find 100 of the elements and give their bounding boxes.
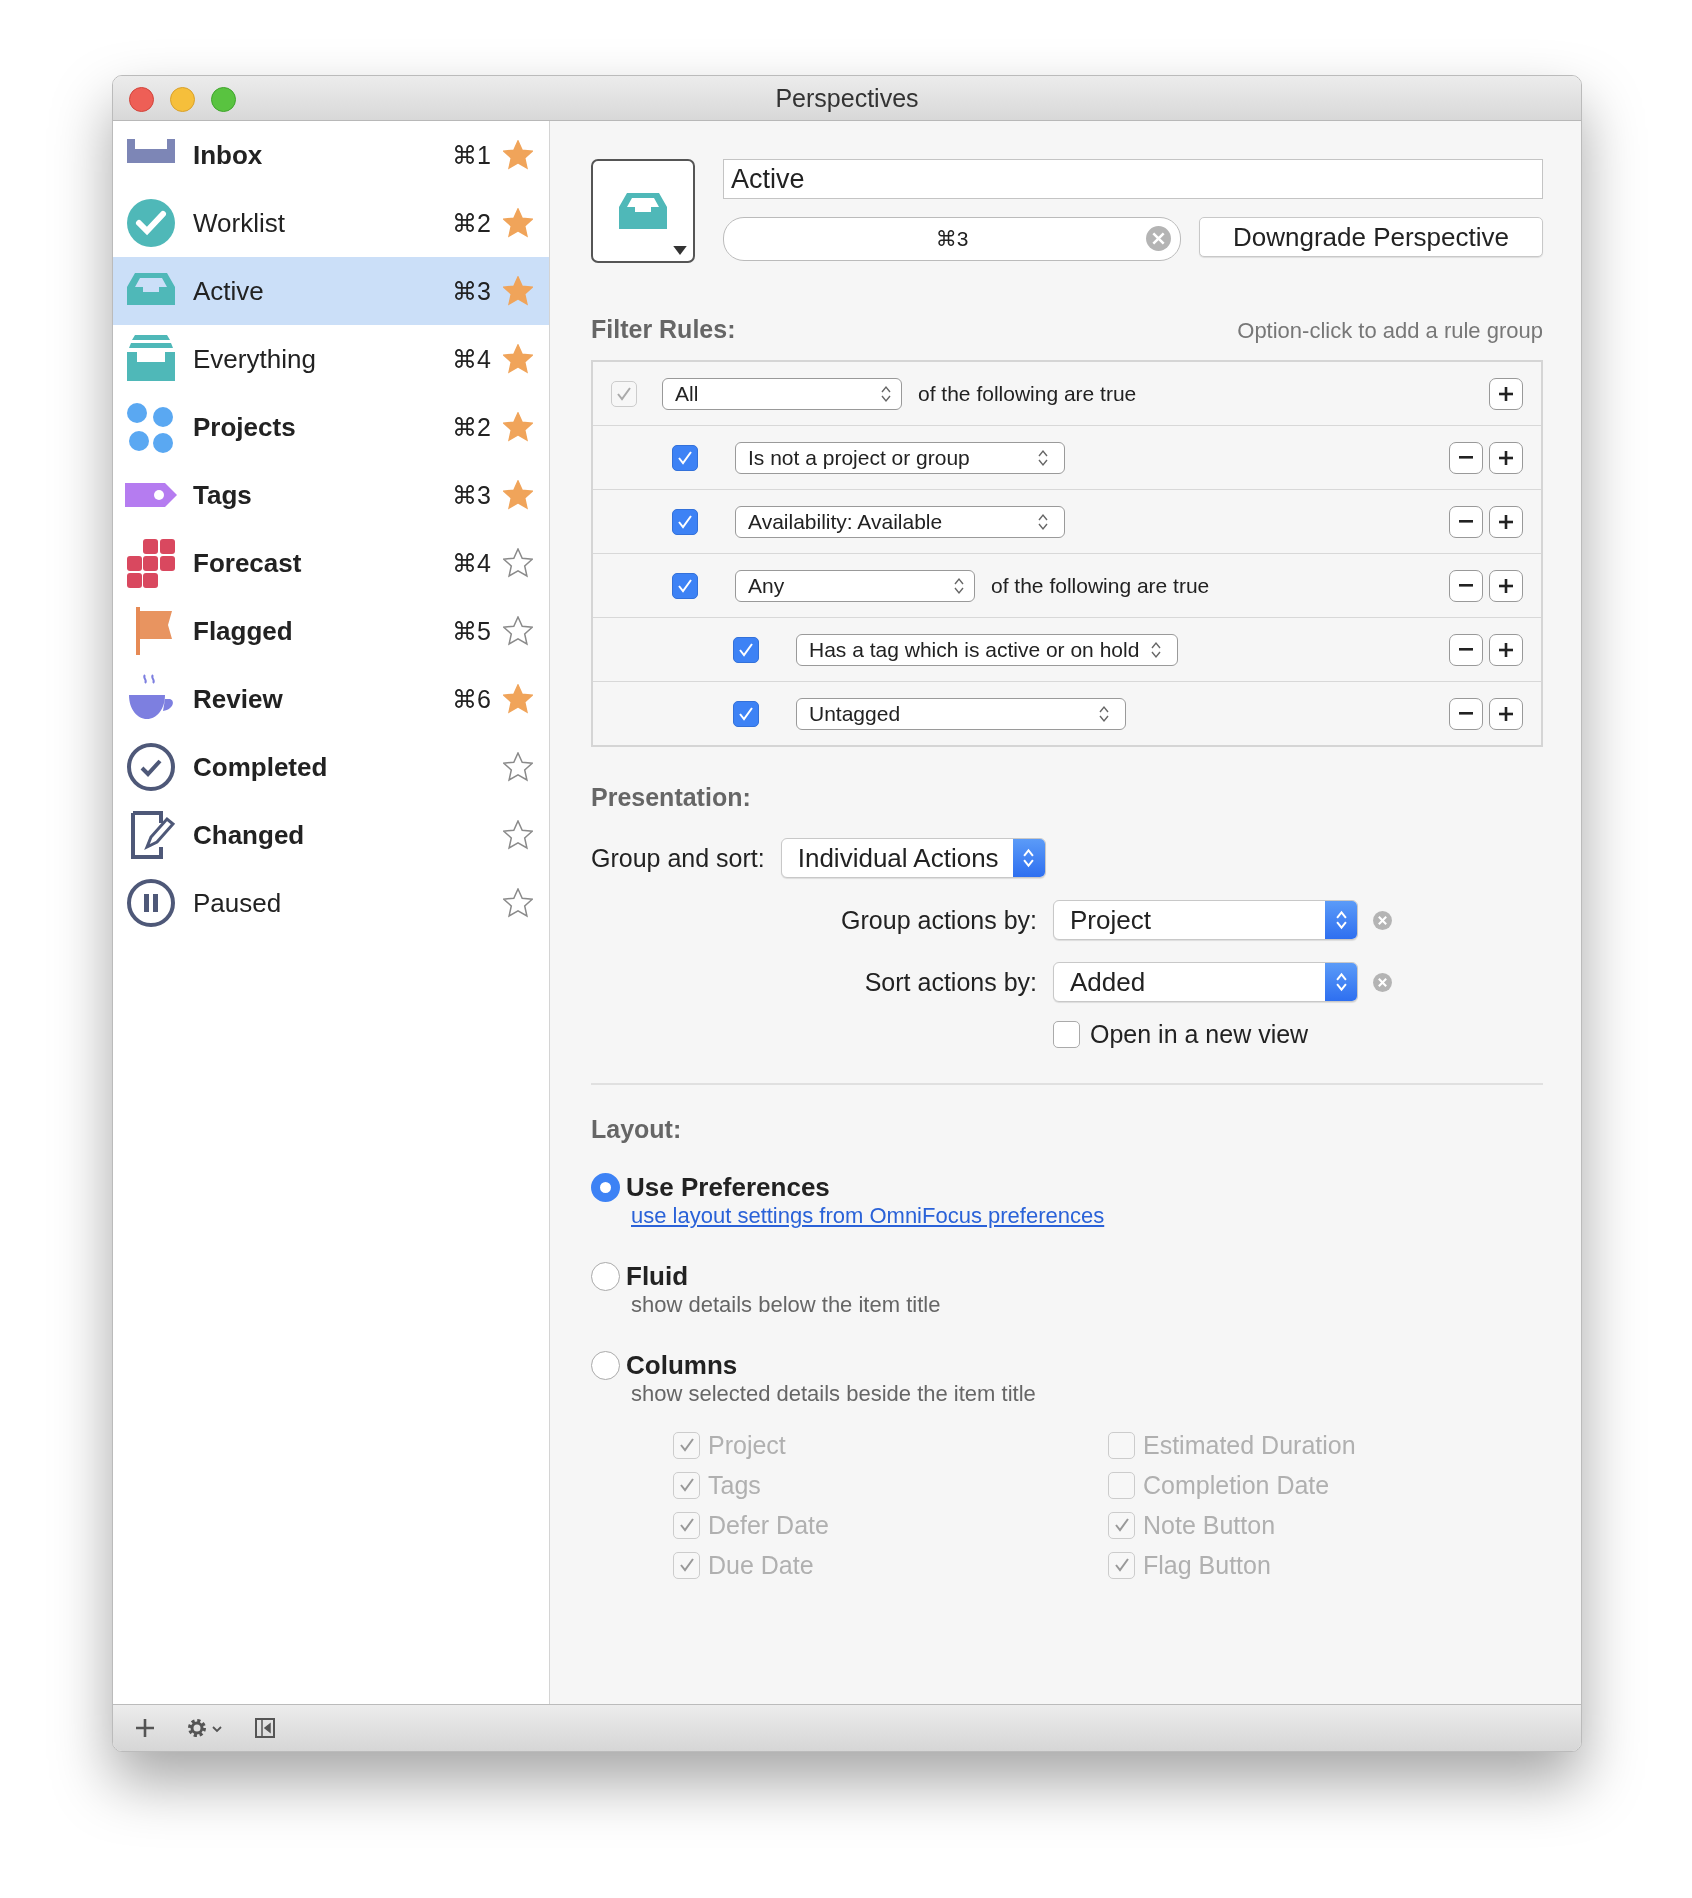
shortcut-label: ⌘2 xyxy=(452,412,491,442)
clear-icon[interactable] xyxy=(1372,909,1393,931)
remove-rule-button[interactable] xyxy=(1449,697,1483,730)
checkbox-label: Completion Date xyxy=(1143,1470,1330,1500)
close-button[interactable] xyxy=(129,87,154,112)
remove-rule-button[interactable] xyxy=(1449,505,1483,538)
minus-icon xyxy=(1459,712,1473,715)
sidebar-item[interactable]: Tags ⌘3 xyxy=(113,461,549,529)
icon-picker-button[interactable] xyxy=(591,159,695,263)
star-icon[interactable] xyxy=(503,208,533,238)
sidebar-label: Projects xyxy=(193,411,297,443)
preferences-link[interactable]: use layout settings from OmniFocus preferences xyxy=(631,1203,1105,1229)
minus-icon xyxy=(1459,584,1473,587)
clear-icon[interactable] xyxy=(1145,225,1172,252)
checkbox-label: Open in a new view xyxy=(1090,1020,1309,1049)
add-rule-button[interactable] xyxy=(1489,633,1523,666)
add-rule-button[interactable] xyxy=(1489,697,1523,730)
option-description: show details below the item title xyxy=(631,1292,942,1318)
star-icon[interactable] xyxy=(503,548,533,578)
window-title: Perspectives xyxy=(775,83,919,113)
sidebar-label: Completed xyxy=(193,751,329,783)
star-icon[interactable] xyxy=(503,820,533,850)
star-icon[interactable] xyxy=(503,344,533,374)
sidebar-item[interactable]: Active ⌘3 xyxy=(113,257,549,325)
add-rule-button[interactable] xyxy=(1489,505,1523,538)
plus-icon[interactable] xyxy=(133,1716,157,1740)
remove-rule-button[interactable] xyxy=(1449,633,1483,666)
up-down-arrows-icon xyxy=(1099,704,1109,723)
group-by-select[interactable]: Project xyxy=(1053,900,1358,940)
checkbox[interactable] xyxy=(1053,1021,1080,1048)
sidebar-item[interactable]: Changed xyxy=(113,801,549,869)
add-rule-button[interactable] xyxy=(1489,569,1523,602)
star-icon[interactable] xyxy=(503,752,533,782)
shortcut-field[interactable]: ⌘3 xyxy=(723,217,1181,261)
up-down-arrows-icon xyxy=(1335,910,1347,930)
rule-text: of the following are true xyxy=(991,573,1210,598)
option-description: show selected details beside the item title xyxy=(631,1381,1037,1407)
sidebar-item[interactable]: Inbox ⌘1 xyxy=(113,121,549,189)
sidebar-item[interactable]: Paused xyxy=(113,869,549,937)
star-icon[interactable] xyxy=(503,412,533,442)
minus-icon xyxy=(1459,648,1473,651)
up-down-arrows-icon xyxy=(881,384,891,403)
up-down-arrows-icon xyxy=(1023,848,1035,868)
sidebar-item[interactable]: Forecast ⌘4 xyxy=(113,529,549,597)
checkbox-label: Note Button xyxy=(1143,1510,1276,1540)
add-rule-button[interactable] xyxy=(1489,377,1523,410)
sidebar-label: Tags xyxy=(193,479,253,511)
minus-icon xyxy=(1459,456,1473,459)
up-down-arrows-icon xyxy=(1335,972,1347,992)
sidebar-item[interactable]: Everything ⌘4 xyxy=(113,325,549,393)
clear-icon[interactable] xyxy=(1372,971,1393,993)
radio-button[interactable] xyxy=(591,1351,620,1380)
up-down-arrows-icon xyxy=(1038,512,1048,531)
radio-button[interactable] xyxy=(591,1262,620,1291)
field-label: Group actions by: xyxy=(840,905,1037,935)
shortcut-label: ⌘5 xyxy=(452,616,491,646)
star-icon[interactable] xyxy=(503,616,533,646)
settings-icon[interactable] xyxy=(185,1716,225,1740)
shortcut-label: ⌘1 xyxy=(452,140,491,170)
remove-rule-button[interactable] xyxy=(1449,569,1483,602)
sidebar-label: Flagged xyxy=(193,615,294,647)
add-rule-button[interactable] xyxy=(1489,441,1523,474)
zoom-button[interactable] xyxy=(211,87,236,112)
checkbox-label: Defer Date xyxy=(708,1510,829,1540)
plus-icon xyxy=(1499,450,1513,465)
star-icon[interactable] xyxy=(503,140,533,170)
checkbox-label: Due Date xyxy=(708,1550,814,1580)
shortcut-label: ⌘6 xyxy=(452,684,491,714)
star-icon[interactable] xyxy=(503,276,533,306)
shortcut-label: ⌘4 xyxy=(452,548,491,578)
plus-icon xyxy=(1499,514,1513,529)
minimize-button[interactable] xyxy=(170,87,195,112)
star-icon[interactable] xyxy=(503,888,533,918)
sidebar-label: Everything xyxy=(193,343,317,375)
sidebar-label: Active xyxy=(193,275,265,307)
sidebar-label: Review xyxy=(193,683,284,715)
remove-rule-button[interactable] xyxy=(1449,441,1483,474)
sidebar-item[interactable]: Flagged ⌘5 xyxy=(113,597,549,665)
sidebar-label: Forecast xyxy=(193,547,303,579)
section-title: Filter Rules: xyxy=(591,315,736,344)
plus-icon xyxy=(1499,578,1513,593)
group-and-sort-select[interactable]: Individual Actions xyxy=(780,838,1046,878)
radio-button[interactable] xyxy=(591,1173,620,1202)
sidebar-label: Changed xyxy=(193,819,306,851)
sidebar-label: Worklist xyxy=(193,207,286,239)
tray-icon xyxy=(617,191,669,231)
sidebar-label: Inbox xyxy=(193,139,264,171)
sidebar-item[interactable]: Review ⌘6 xyxy=(113,665,549,733)
downgrade-button[interactable]: Downgrade Perspective xyxy=(1199,217,1543,257)
sidebar-item[interactable]: Projects ⌘2 xyxy=(113,393,549,461)
plus-icon xyxy=(1499,642,1513,657)
star-icon[interactable] xyxy=(503,684,533,714)
sort-by-select[interactable]: Added xyxy=(1053,962,1358,1002)
star-icon[interactable] xyxy=(503,480,533,510)
checkbox-label: Project xyxy=(708,1430,786,1460)
name-field[interactable]: Active xyxy=(723,159,1543,199)
sidebar-toggle-icon[interactable] xyxy=(253,1716,277,1740)
sidebar-item[interactable]: Worklist ⌘2 xyxy=(113,189,549,257)
option-title: Use Preferences xyxy=(626,1172,830,1203)
sidebar-item[interactable]: Completed xyxy=(113,733,549,801)
